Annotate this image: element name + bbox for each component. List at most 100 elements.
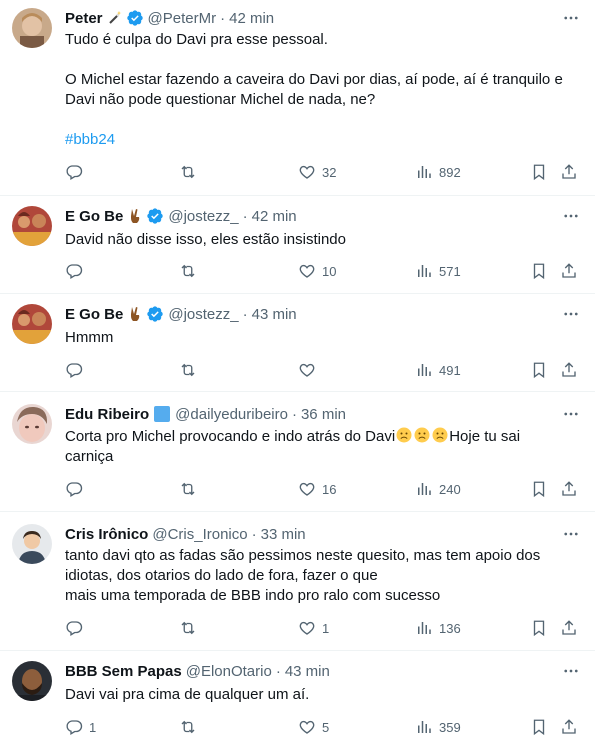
share-button[interactable] (560, 261, 578, 281)
tweet[interactable]: Cris Irônico @Cris_Ironico · 33 min tant… (0, 512, 595, 651)
retweet-button[interactable] (179, 360, 203, 380)
like-count: 1 (322, 620, 330, 636)
author-name[interactable]: E Go Be (65, 306, 123, 323)
timestamp[interactable]: 42 min (252, 208, 297, 225)
verified-badge-icon[interactable] (146, 207, 164, 225)
blue-square-icon (153, 405, 171, 423)
share-button[interactable] (560, 618, 578, 638)
share-button[interactable] (560, 479, 578, 499)
author-handle[interactable]: @jostezz_ (168, 208, 238, 225)
verified-badge-icon[interactable] (126, 9, 144, 27)
more-icon[interactable] (561, 206, 581, 226)
share-button[interactable] (560, 717, 578, 737)
like-button[interactable]: 1 (298, 618, 329, 638)
sad-face-icon (414, 427, 430, 443)
author-name[interactable]: Edu Ribeiro (65, 406, 149, 423)
timestamp[interactable]: 42 min (229, 10, 274, 27)
like-button[interactable]: 10 (298, 261, 336, 281)
like-icon (299, 165, 315, 179)
share-icon (562, 362, 576, 377)
retweet-button[interactable] (179, 261, 203, 281)
share-button[interactable] (560, 162, 578, 182)
more-icon[interactable] (561, 661, 581, 681)
views-button[interactable]: 571 (415, 261, 461, 281)
bookmark-button[interactable] (530, 360, 548, 380)
more-icon[interactable] (561, 8, 581, 28)
action-bar: 1 5 359 (65, 717, 583, 737)
like-button[interactable] (298, 360, 322, 380)
avatar[interactable] (12, 206, 52, 246)
views-button[interactable]: 892 (415, 162, 461, 182)
more-icon[interactable] (561, 304, 581, 324)
tweet[interactable]: E Go Be @jostezz_ · 42 min David não dis… (0, 196, 595, 294)
timestamp[interactable]: 43 min (285, 663, 330, 680)
tweet-line: Tudo é culpa do Davi pra esse pessoal. (65, 31, 328, 48)
views-button[interactable]: 136 (415, 618, 461, 638)
avatar[interactable] (12, 304, 52, 344)
action-bar: 491 (65, 360, 583, 380)
author-name[interactable]: E Go Be (65, 208, 123, 225)
like-button[interactable]: 32 (298, 162, 336, 182)
tweet[interactable]: Peter @PeterMr · 42 min Tudo é culpa do … (0, 0, 595, 196)
author-handle[interactable]: @dailyeduribeiro (175, 406, 288, 423)
author-handle[interactable]: @Cris_Ironico (152, 526, 247, 543)
author-handle[interactable]: @jostezz_ (168, 306, 238, 323)
author-handle[interactable]: @ElonOtario (186, 663, 272, 680)
tweet-text: tanto davi qto as fadas são pessimos nes… (65, 546, 583, 606)
tweet-line: Davi vai pra cima de qualquer um aí. (65, 686, 310, 703)
like-button[interactable]: 16 (298, 479, 336, 499)
tweet[interactable]: Edu Ribeiro @dailyeduribeiro · 36 min Co… (0, 392, 595, 512)
author-name[interactable]: Cris Irônico (65, 526, 148, 543)
more-icon[interactable] (561, 404, 581, 424)
views-icon (418, 721, 431, 733)
bookmark-button[interactable] (530, 479, 548, 499)
like-button[interactable]: 5 (298, 717, 329, 737)
like-icon (299, 720, 315, 734)
bookmark-button[interactable] (530, 162, 548, 182)
timestamp[interactable]: 33 min (261, 526, 306, 543)
tweet[interactable]: E Go Be @jostezz_ · 43 min Hmmm 491 (0, 294, 595, 392)
retweet-button[interactable] (179, 717, 203, 737)
separator-dot: · (275, 662, 281, 680)
avatar[interactable] (12, 524, 52, 564)
like-icon (299, 363, 315, 377)
reply-button[interactable]: 1 (65, 717, 96, 737)
author-name[interactable]: Peter (65, 10, 103, 27)
like-icon (299, 621, 315, 635)
views-button[interactable]: 359 (415, 717, 461, 737)
verified-badge-icon[interactable] (146, 305, 164, 323)
author-handle[interactable]: @PeterMr (148, 10, 217, 27)
tweet-text: David não disse isso, eles estão insisti… (65, 230, 583, 250)
tweet-text: Hmmm (65, 328, 583, 348)
retweet-button[interactable] (179, 479, 203, 499)
avatar[interactable] (12, 404, 52, 444)
tweet[interactable]: BBB Sem Papas @ElonOtario · 43 min Davi … (0, 651, 595, 749)
bookmark-button[interactable] (530, 261, 548, 281)
tweet-text: Corta pro Michel provocando e indo atrás… (65, 427, 583, 467)
retweet-icon (181, 482, 195, 496)
timestamp[interactable]: 43 min (252, 306, 297, 323)
avatar[interactable] (12, 661, 52, 701)
reply-button[interactable] (65, 162, 89, 182)
retweet-icon (181, 165, 195, 179)
timestamp[interactable]: 36 min (301, 406, 346, 423)
views-count: 571 (439, 263, 461, 279)
bookmark-button[interactable] (530, 618, 548, 638)
bookmark-button[interactable] (530, 717, 548, 737)
share-icon (562, 481, 576, 496)
reply-button[interactable] (65, 261, 89, 281)
tweet-text: Davi vai pra cima de qualquer um aí. (65, 685, 583, 705)
reply-button[interactable] (65, 618, 89, 638)
reply-button[interactable] (65, 360, 89, 380)
views-button[interactable]: 491 (415, 360, 461, 380)
retweet-button[interactable] (179, 618, 203, 638)
author-name[interactable]: BBB Sem Papas (65, 663, 182, 680)
avatar[interactable] (12, 8, 52, 48)
share-button[interactable] (560, 360, 578, 380)
hashtag-link[interactable]: #bbb24 (65, 130, 583, 150)
views-button[interactable]: 240 (415, 479, 461, 499)
retweet-button[interactable] (179, 162, 203, 182)
more-icon[interactable] (561, 524, 581, 544)
separator-dot: · (242, 305, 248, 323)
reply-button[interactable] (65, 479, 89, 499)
